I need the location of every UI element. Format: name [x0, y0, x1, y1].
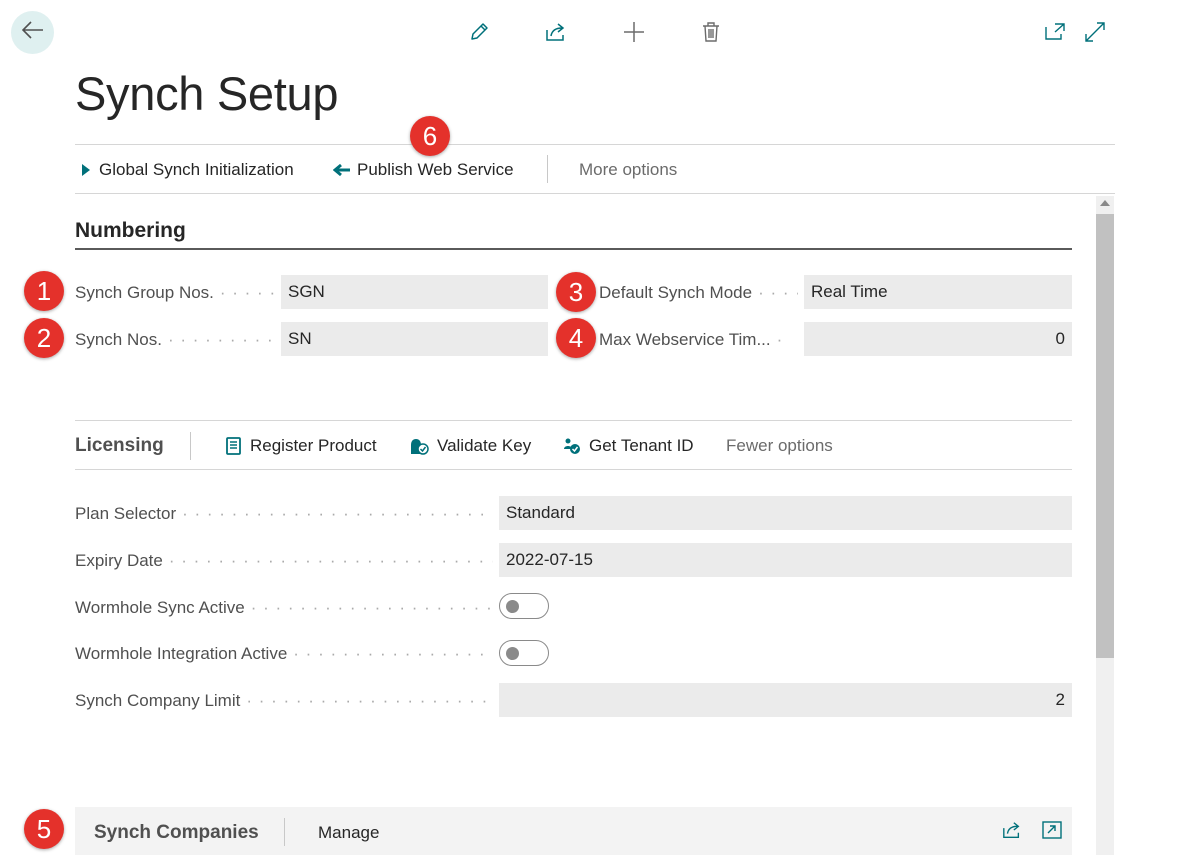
expand-icon	[1084, 21, 1106, 48]
callout-badge-3: 3	[556, 272, 596, 312]
synch-companies-open-button[interactable]	[1038, 818, 1066, 846]
open-new-window-button[interactable]	[1041, 20, 1069, 48]
max-webservice-timeout-field[interactable]: 0	[804, 322, 1072, 356]
edit-button[interactable]	[465, 20, 493, 48]
expiry-date-field[interactable]: 2022-07-15	[499, 543, 1072, 577]
wormhole-sync-active-toggle[interactable]	[499, 593, 549, 619]
synch-nos-field[interactable]: SN	[281, 322, 548, 356]
play-icon	[81, 163, 91, 177]
arrow-left-icon	[333, 163, 351, 177]
scroll-up-arrow-icon[interactable]	[1100, 200, 1110, 206]
register-product-label: Register Product	[250, 436, 377, 455]
synch-company-limit-field[interactable]: 2	[499, 683, 1072, 717]
default-synch-mode-field[interactable]: Real Time	[804, 275, 1072, 309]
max-webservice-timeout-label: Max Webservice Tim... ·	[599, 330, 784, 349]
plan-selector-field[interactable]: Standard	[499, 496, 1072, 530]
validate-key-action[interactable]: Validate Key	[409, 421, 531, 471]
wormhole-integration-active-label: Wormhole Integration Active · · · · · · ·…	[75, 644, 493, 663]
get-tenant-id-label: Get Tenant ID	[589, 436, 694, 455]
register-book-icon	[225, 437, 242, 455]
numbering-heading: Numbering	[75, 219, 186, 242]
fewer-options-action[interactable]: Fewer options	[726, 421, 833, 471]
wormhole-integration-active-toggle[interactable]	[499, 640, 549, 666]
delete-icon	[701, 21, 721, 48]
expand-button[interactable]	[1081, 20, 1109, 48]
more-options-label: More options	[579, 160, 678, 179]
callout-badge-1: 1	[24, 271, 64, 311]
get-tenant-id-action[interactable]: Get Tenant ID	[563, 421, 694, 471]
publish-label: Publish Web Service	[357, 160, 514, 179]
synch-companies-share-button[interactable]	[998, 818, 1026, 846]
tenant-id-icon	[563, 437, 581, 455]
action-divider	[547, 155, 548, 183]
more-options-action[interactable]: More options	[579, 145, 677, 195]
synch-nos-label: Synch Nos.· · · · · · · · · · · ·	[75, 330, 275, 349]
callout-badge-5: 5	[24, 809, 64, 849]
manage-label: Manage	[318, 823, 380, 842]
plan-selector-label: Plan Selector · · · · · · · · · · · · · ·…	[75, 504, 493, 523]
toggle-knob	[506, 647, 519, 660]
synch-companies-bar: Synch Companies Manage	[75, 807, 1072, 855]
licensing-divider	[190, 432, 191, 460]
licensing-heading[interactable]: Licensing	[75, 421, 164, 471]
default-synch-mode-label: Default Synch Mode · · · ·	[599, 283, 798, 302]
global-synch-label: Global Synch Initialization	[99, 160, 294, 179]
synch-companies-divider	[284, 818, 285, 846]
back-button[interactable]	[11, 11, 54, 54]
expiry-date-label: Expiry Date · · · · · · · · · · · · · · ·…	[75, 551, 493, 570]
register-product-action[interactable]: Register Product	[225, 421, 377, 471]
share-icon	[1001, 820, 1023, 845]
share-icon	[544, 21, 568, 48]
edit-icon	[468, 21, 490, 48]
synch-group-nos-field[interactable]: SGN	[281, 275, 548, 309]
delete-button[interactable]	[697, 20, 725, 48]
validate-key-label: Validate Key	[437, 436, 532, 455]
back-arrow-icon	[21, 21, 44, 44]
new-button[interactable]	[620, 20, 648, 48]
synch-companies-heading[interactable]: Synch Companies	[94, 807, 259, 855]
action-bar: Global Synch Initialization Publish Web …	[75, 144, 1115, 194]
new-icon	[623, 21, 645, 48]
open-new-window-icon	[1044, 22, 1066, 47]
global-synch-initialization-action[interactable]: Global Synch Initialization	[81, 145, 294, 195]
callout-badge-2: 2	[24, 318, 64, 358]
fewer-options-label: Fewer options	[726, 436, 833, 455]
validate-key-icon	[409, 437, 429, 455]
page-title: Synch Setup	[75, 67, 339, 120]
numbering-underline	[75, 248, 1072, 250]
synch-group-nos-label: Synch Group Nos.· · · · · · · ·	[75, 283, 275, 302]
wormhole-sync-active-label: Wormhole Sync Active · · · · · · · · · · …	[75, 598, 493, 617]
callout-badge-6: 6	[410, 116, 450, 156]
open-in-page-icon	[1042, 820, 1062, 844]
licensing-bar: Licensing Register Product Validate Key …	[75, 420, 1072, 470]
synch-company-limit-label: Synch Company Limit · · · · · · · · · · ·…	[75, 691, 493, 710]
manage-action[interactable]: Manage	[318, 807, 379, 855]
scrollbar-thumb[interactable]	[1096, 214, 1114, 658]
toggle-knob	[506, 600, 519, 613]
share-button[interactable]	[542, 20, 570, 48]
callout-badge-4: 4	[556, 318, 596, 358]
